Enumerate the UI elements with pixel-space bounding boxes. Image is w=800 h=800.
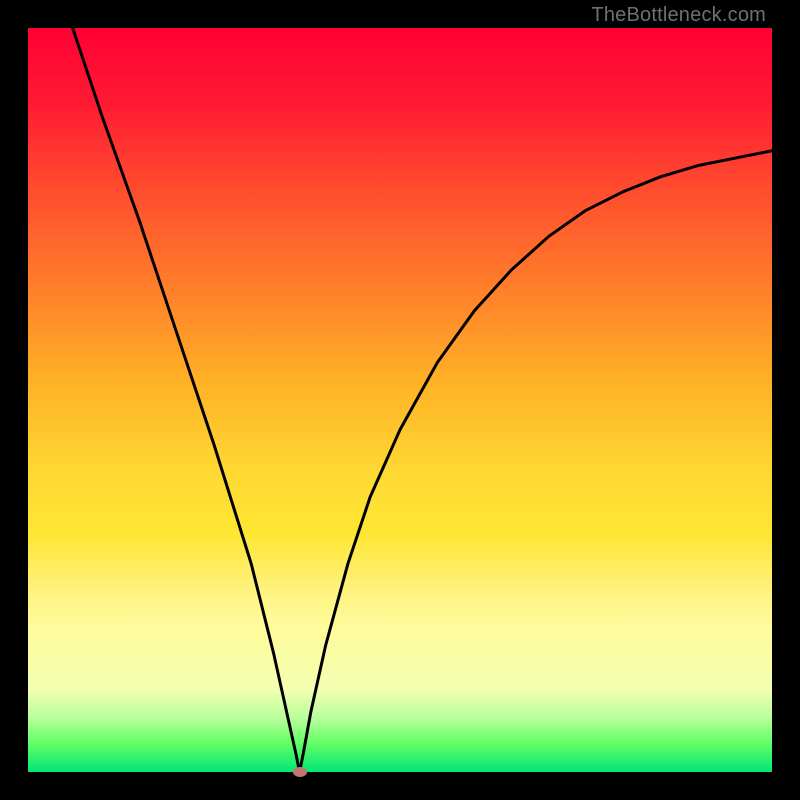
plot-area (28, 28, 772, 772)
chart-frame: TheBottleneck.com (0, 0, 800, 800)
watermark-text: TheBottleneck.com (591, 4, 766, 27)
minimum-point-marker (293, 767, 307, 777)
bottleneck-curve (28, 28, 772, 772)
